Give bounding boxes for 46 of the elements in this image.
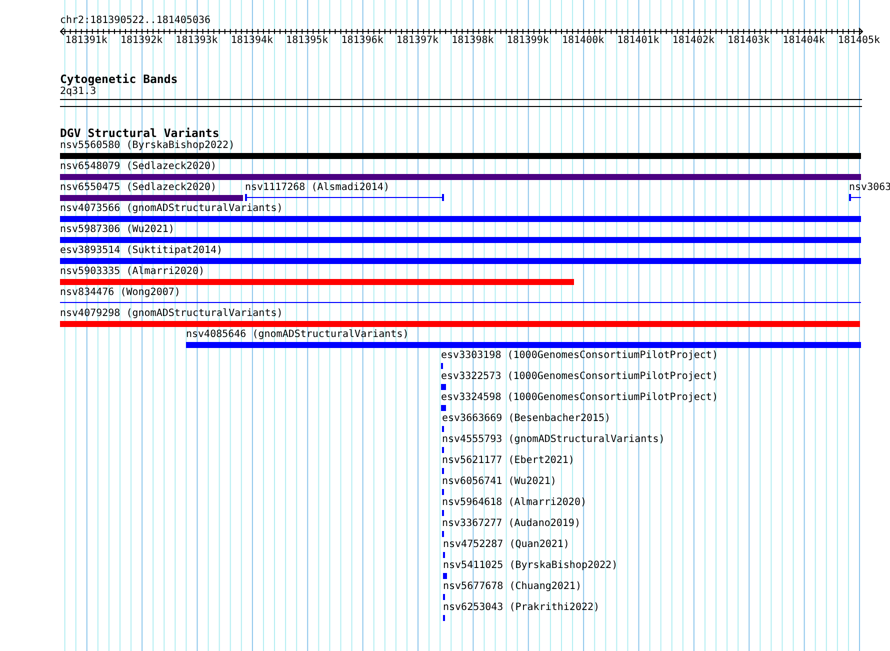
location-label: chr2:181390522..181405036	[60, 15, 212, 27]
tick-label: 181394k	[230, 35, 274, 47]
variant-label: nsv5621177 (Ebert2021)	[442, 455, 574, 467]
band-label: 2q31.3	[60, 86, 98, 98]
variant-label: nsv3367277 (Audano2019)	[442, 518, 580, 530]
tick-label: 181405k	[838, 35, 880, 47]
track-title: Cytogenetic Bands	[60, 73, 179, 86]
tick-label: 181395k	[286, 35, 328, 47]
variant-label: nsv6550475 (Sedlazeck2020)	[60, 182, 217, 194]
variant-label: esv3324598 (1000GenomesConsortiumPilotProject)	[441, 392, 718, 404]
variant-label: nsv5903335 (Almarri2020)	[60, 266, 204, 278]
variant-label: nsv6056741 (Wu2021)	[442, 476, 556, 488]
variant-label: nsv5964618 (Almarri2020)	[442, 497, 586, 509]
variant-label: nsv5987306 (Wu2021)	[60, 224, 174, 236]
variant-label: nsv6253043 (Prakrithi2022)	[443, 602, 600, 614]
tick-label: 181403k	[728, 35, 770, 47]
variant-label: esv3303198 (1000GenomesConsortiumPilotProject)	[441, 350, 718, 362]
variant-label: esv3663669 (Besenbacher2015)	[442, 413, 611, 425]
tick-label: 181396k	[341, 35, 384, 47]
variant-label: nsv1117268 (Alsmadi2014)	[244, 182, 390, 194]
track-title: DGV Structural Variants	[60, 127, 220, 140]
variant-label: nsv5411025 (ByrskaBishop2022)	[443, 560, 618, 572]
variant-label: nsv4752287 (Quan2021)	[443, 539, 570, 551]
tick-label: 181402k	[672, 35, 715, 47]
variant-line[interactable]	[849, 194, 861, 201]
tick-label: 181401k	[617, 35, 660, 47]
tick-label: 181404k	[782, 35, 825, 47]
variant-label: nsv6548079 (Sedlazeck2020)	[60, 161, 217, 173]
variant-line[interactable]	[244, 194, 444, 201]
tick-label: 181397k	[396, 35, 439, 47]
variant-label: nsv5677678 (Chuang2021)	[443, 581, 582, 593]
variant-label: nsv834476 (Wong2007)	[60, 287, 180, 299]
variant-label: nsv4079298 (gnomADStructuralVariants)	[60, 308, 283, 320]
variant-label: nsv5560580 (ByrskaBishop2022)	[60, 140, 235, 152]
tick-label: 181393k	[176, 35, 218, 47]
tick-label: 181392k	[120, 35, 163, 47]
variant-label: nsv4073566 (gnomADStructuralVariants)	[60, 203, 283, 215]
variant-label: nsv4555793 (gnomADStructuralVariants)	[442, 434, 665, 446]
variant-label: esv3322573 (1000GenomesConsortiumPilotProject)	[441, 371, 718, 383]
variant-label: esv3893514 (Suktitipat2014)	[60, 245, 223, 257]
variant-label: nsv4085646 (gnomADStructuralVariants)	[186, 329, 409, 341]
tick-label: 181400k	[562, 35, 604, 47]
tick-label: 181398k	[452, 35, 494, 47]
variant-bar[interactable]	[441, 363, 444, 369]
tick-label: 181399k	[506, 35, 549, 47]
tick-label: 181391k	[65, 35, 108, 47]
